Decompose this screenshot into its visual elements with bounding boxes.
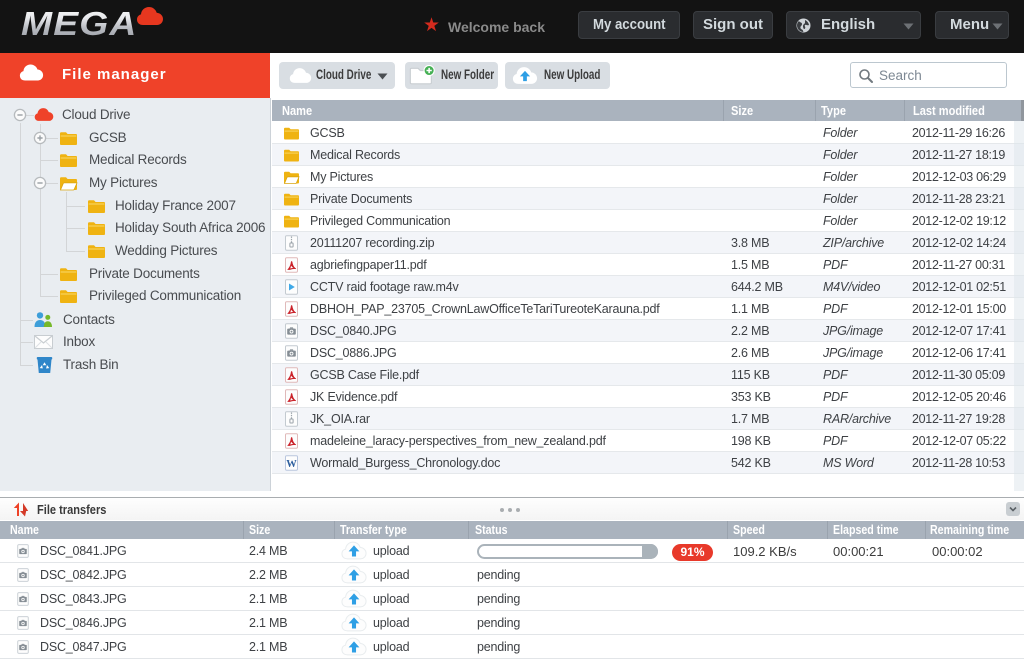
svg-text:W: W bbox=[286, 459, 297, 470]
